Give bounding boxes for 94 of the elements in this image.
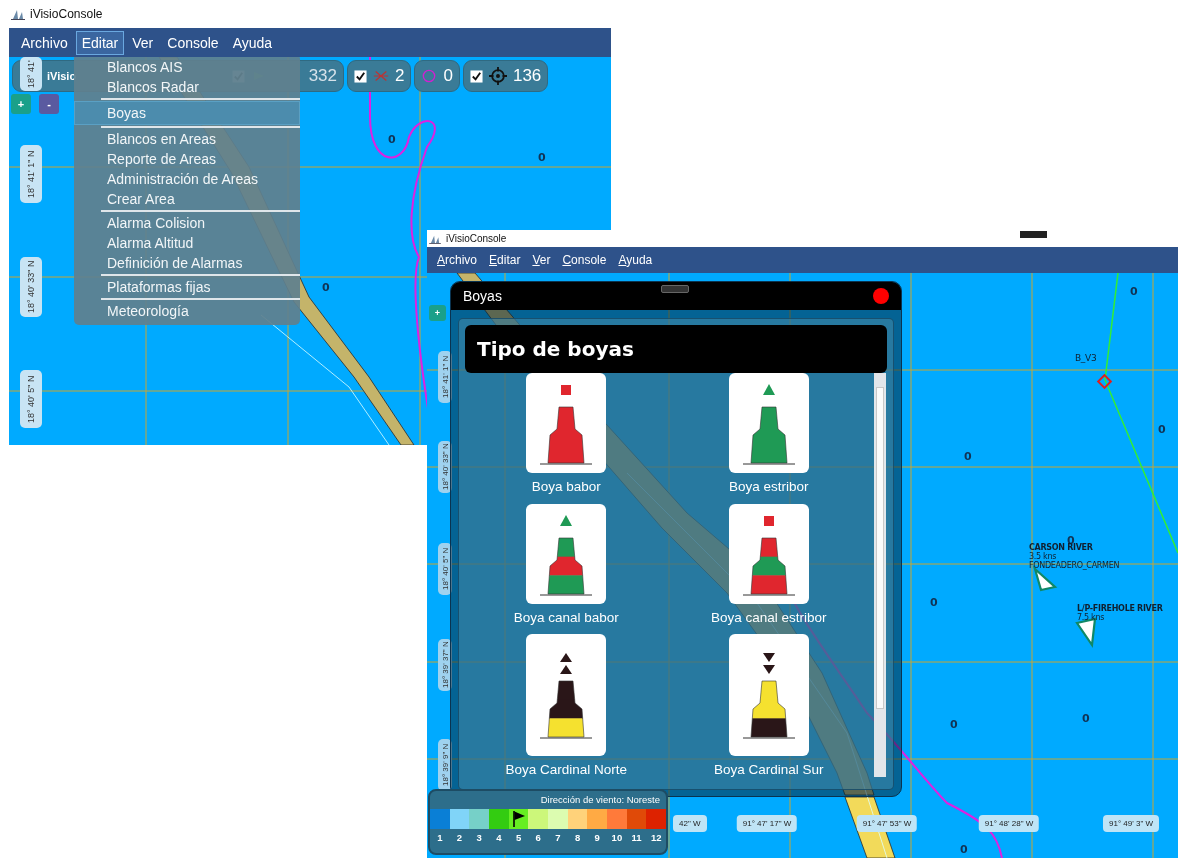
menu-item[interactable]: Ver [526, 250, 557, 270]
section-heading: Tipo de boyas [465, 325, 887, 373]
circle-icon [421, 69, 438, 83]
menu-entry[interactable]: Alarma Colision [74, 213, 300, 233]
depth-label: 0 [960, 843, 968, 856]
depth-label: 0 [930, 596, 938, 609]
wind-level-number: 8 [574, 832, 581, 843]
wind-direction-label: Dirección de viento: Noreste [540, 794, 661, 805]
depth-label: 0 [950, 718, 958, 731]
longitude-label: 91° 47' 53" W [856, 815, 918, 832]
wind-level-number: 7 [555, 832, 561, 843]
latitude-label: 18° 41' 1" N [20, 145, 42, 203]
cross-icon [373, 69, 389, 83]
depth-label: 0 [538, 151, 546, 164]
menu-entry[interactable]: Administración de Areas [74, 169, 300, 189]
latitude-label: 18° 40' 33" N [438, 441, 452, 493]
wind-level-number: 5 [515, 832, 522, 843]
buoy-label: Boya babor [531, 479, 601, 494]
menu-item[interactable]: Ayuda [226, 30, 279, 55]
menu-item[interactable]: Console [161, 30, 225, 55]
window-title: iVisioConsole [30, 7, 103, 21]
buoy-label: Boya canal estribor [710, 609, 827, 625]
wind-level-number: 10 [611, 832, 623, 843]
close-button[interactable] [873, 288, 889, 304]
buoys-count: 136 [512, 66, 542, 86]
zoom-out-button[interactable]: - [39, 94, 59, 114]
vessel-name: L/P-FIREHOLE RIVER [1077, 604, 1163, 613]
longitude-label: 91° 49' 3" W [1103, 815, 1159, 832]
depth-label: 0 [388, 133, 396, 146]
buoy-marker-icon [1096, 373, 1113, 390]
menu-entry[interactable]: Reporte de Areas [74, 149, 300, 169]
latitude-label: 18° 39' 37" N [438, 639, 452, 691]
wind-level-number: 9 [594, 832, 600, 843]
menu-item[interactable]: Archivo [15, 30, 74, 55]
zoom-in-button[interactable]: + [11, 94, 31, 114]
scrollbar[interactable] [874, 373, 886, 777]
toolbar-title: iVisio [47, 70, 77, 82]
wind-level-number: 6 [535, 832, 541, 843]
wind-level-number: 4 [496, 832, 502, 843]
longitude-label: 91° 48' 28" W [978, 815, 1040, 832]
wind-level-number: 12 [650, 832, 662, 843]
menu-entry[interactable]: Definición de Alarmas [74, 253, 300, 273]
zoom-in-button[interactable]: + [429, 305, 446, 321]
latitude-label: 18° 40' 33" N [20, 257, 42, 317]
area-count: 0 [443, 66, 453, 86]
app-icon [11, 8, 25, 20]
menu-item[interactable]: Ver [126, 30, 160, 55]
menu-item[interactable]: Archivo [431, 250, 484, 270]
menu-entry[interactable]: Alarma Altitud [74, 233, 300, 253]
wind-level-number: 11 [631, 832, 642, 843]
depth-label: 0 [1082, 712, 1090, 725]
drag-handle[interactable] [661, 285, 689, 293]
menu-entry[interactable]: Boyas [74, 101, 300, 125]
buoy-label: Boya canal babor [513, 609, 619, 625]
menu-entry[interactable]: Blancos Radar [74, 77, 300, 97]
menu-item[interactable]: Editar [75, 30, 125, 55]
radar-checkbox[interactable] [354, 69, 367, 83]
buoy-label: Boya Cardinal Norte [505, 762, 628, 778]
latitude-label: 18° 39' 9" N [438, 739, 452, 791]
depth-label: 0 [964, 450, 972, 463]
wind-level-number: 3 [476, 832, 482, 843]
vessel-destination: FONDEADERO_CARMEN [1029, 561, 1120, 570]
buoy-label: Boya estribor [728, 479, 809, 494]
wind-level-number: 2 [456, 832, 463, 843]
wind-level-number: 1 [437, 832, 443, 843]
title-bar-handle[interactable] [1020, 231, 1047, 238]
menu-item[interactable]: Console [556, 250, 613, 270]
menu-entry[interactable]: Meteorología [74, 301, 300, 321]
menu-item[interactable]: Ayuda [612, 250, 659, 270]
latitude-label: 18° 41' [20, 57, 42, 91]
radar-count: 2 [395, 66, 405, 86]
dialog-title: Boyas [463, 288, 502, 304]
depth-label: 0 [1130, 285, 1138, 298]
buoy-name: B_V3 [1075, 353, 1097, 363]
buoy-label: Boya Cardinal Sur [713, 762, 824, 778]
depth-label: 0 [1158, 423, 1166, 436]
target-icon [488, 67, 507, 85]
vessel-speed: 3.5 kns [1029, 552, 1058, 561]
menu-entry[interactable]: Blancos AIS [74, 57, 300, 77]
vessel-speed: 7.5 kns [1077, 613, 1106, 622]
window-title: iVisioConsole [446, 233, 507, 244]
longitude-label: 42" W [673, 815, 707, 832]
latitude-label: 18° 41' 1" N [438, 351, 452, 403]
latitude-label: 18° 40' 5" N [438, 543, 452, 595]
vessel-name: CARSON RIVER [1029, 543, 1094, 552]
buoys-checkbox[interactable] [469, 69, 483, 83]
depth-label: 0 [322, 281, 330, 294]
longitude-label: 91° 47' 17" W [736, 815, 798, 832]
menu-entry[interactable]: Blancos en Areas [74, 129, 300, 149]
latitude-label: 18° 40' 5" N [20, 370, 42, 428]
menu-item[interactable]: Editar [483, 250, 527, 270]
menu-entry[interactable]: Crear Area [74, 189, 300, 209]
menu-entry[interactable]: Plataformas fijas [74, 277, 300, 297]
ais-count: 332 [308, 66, 337, 86]
